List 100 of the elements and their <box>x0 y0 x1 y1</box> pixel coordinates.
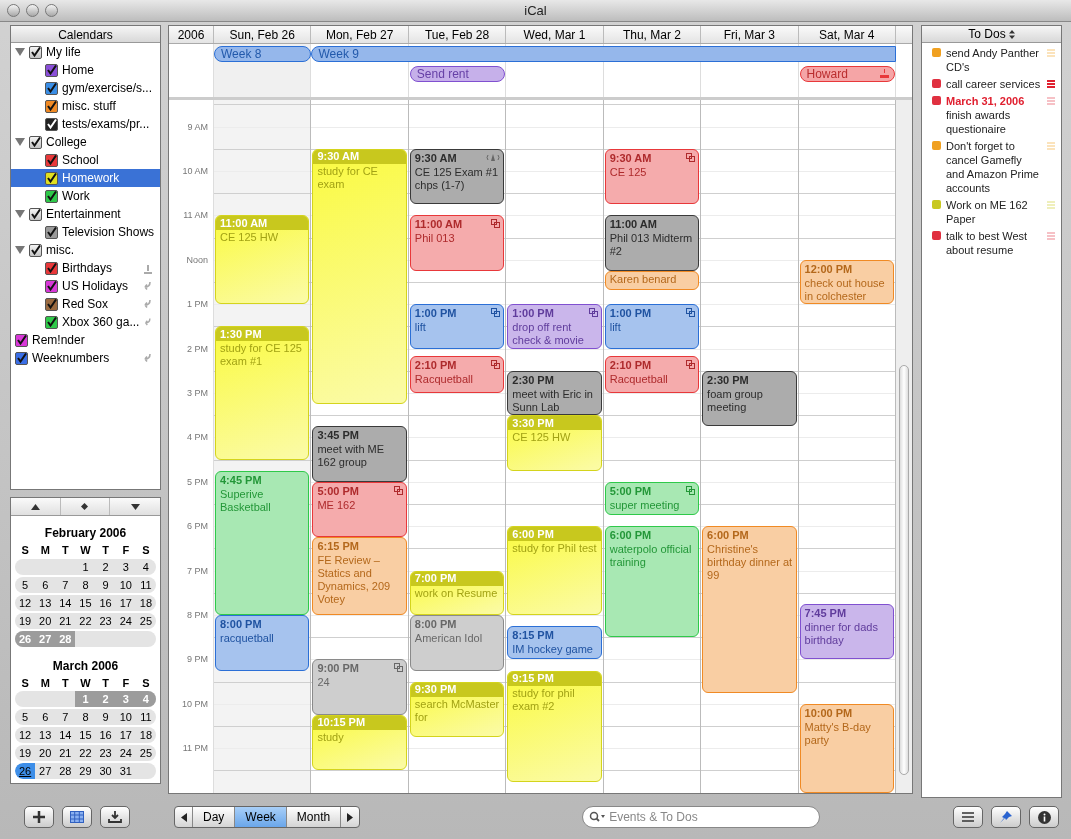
calendar-day[interactable]: 28 <box>59 764 72 778</box>
calendar-item[interactable]: Home <box>11 61 160 79</box>
calendar-day[interactable]: 24 <box>119 613 132 628</box>
window-control-button[interactable] <box>7 4 20 17</box>
calendar-day[interactable]: 3 <box>122 559 129 574</box>
calendar-day[interactable]: 5 <box>22 577 29 592</box>
calendar-day[interactable]: 31 <box>119 764 132 778</box>
calendar-day[interactable]: 7 <box>62 577 69 592</box>
download-button[interactable] <box>100 806 130 828</box>
calendar-day[interactable]: 7 <box>62 710 69 724</box>
info-button[interactable] <box>1029 806 1059 828</box>
calendar-day[interactable]: 8 <box>82 710 89 724</box>
calendar-item[interactable]: Work <box>11 187 160 205</box>
checkbox[interactable] <box>29 135 42 149</box>
calendar-day[interactable]: 27 <box>39 764 52 778</box>
calendar-day[interactable]: 9 <box>102 577 109 592</box>
calendar-item[interactable]: College <box>11 133 160 151</box>
calendar-event[interactable]: 1:00 PM lift <box>604 304 700 349</box>
calendar-day[interactable]: 13 <box>39 728 52 742</box>
search-field[interactable]: Events & To Dos <box>582 806 821 828</box>
view-tab[interactable]: Month <box>286 807 342 827</box>
calendar-day[interactable]: 23 <box>99 613 112 628</box>
calendar-day[interactable]: 17 <box>119 595 132 610</box>
calendar-day[interactable]: 17 <box>119 728 132 742</box>
list-button[interactable] <box>953 806 983 828</box>
checkbox[interactable] <box>45 297 58 311</box>
add-button[interactable] <box>24 806 54 828</box>
calendar-day[interactable]: 23 <box>99 746 112 760</box>
calendar-item[interactable]: gym/exercise/s... <box>11 79 160 97</box>
calendar-day[interactable]: 12 <box>18 595 32 610</box>
calendar-day[interactable]: 29 <box>79 764 92 778</box>
calendar-item[interactable]: Television Shows <box>11 223 160 241</box>
calendar-event[interactable]: 8:00 PM American Idol <box>409 615 505 671</box>
calendar-item[interactable]: Entertainment <box>11 205 160 223</box>
calendar-day[interactable]: 19 <box>18 613 32 628</box>
calendar-event[interactable]: 2:10 PM Racquetball <box>409 356 505 394</box>
calendar-day[interactable]: 18 <box>139 728 153 742</box>
calendar-item[interactable]: US Holidays <box>11 277 160 295</box>
calendar-event[interactable]: 8:15 PM IM hockey game <box>507 626 602 660</box>
calendar-day[interactable]: 11 <box>140 710 152 724</box>
calendar-day[interactable]: 2 <box>102 559 109 574</box>
calendar-item[interactable]: misc. <box>11 241 160 259</box>
calendar-event[interactable]: 9:00 PM 24 <box>312 659 407 715</box>
all-day-event[interactable]: Send rent <box>409 66 506 82</box>
calendar-day[interactable]: 22 <box>79 746 92 760</box>
calendar-event[interactable]: 8:00 PM racquetball <box>215 615 310 671</box>
checkbox[interactable] <box>15 333 28 347</box>
todo-checkbox[interactable] <box>932 200 941 209</box>
calendar-day[interactable]: 4 <box>142 559 149 574</box>
checkbox[interactable] <box>45 189 58 203</box>
checkbox[interactable] <box>45 153 58 167</box>
priority-icon[interactable] <box>1047 80 1055 88</box>
calendar-day[interactable]: 30 <box>99 764 112 778</box>
disclosure-triangle-icon[interactable] <box>15 47 25 57</box>
calendar-item[interactable]: Homework <box>11 169 160 187</box>
calendar-day[interactable]: 6 <box>42 710 49 724</box>
calendar-day[interactable]: 10 <box>119 577 132 592</box>
checkbox[interactable] <box>45 63 58 77</box>
calendar-item[interactable]: Birthdays <box>11 259 160 277</box>
todo-checkbox[interactable] <box>932 231 941 240</box>
disclosure-triangle-icon[interactable] <box>15 245 25 255</box>
calendar-day[interactable]: 22 <box>79 613 92 628</box>
calendar-day[interactable]: 11 <box>140 577 152 592</box>
calendar-day[interactable]: 16 <box>99 728 112 742</box>
calendar-day[interactable]: 14 <box>59 595 72 610</box>
scroll-thumb[interactable] <box>898 365 909 775</box>
calendar-day[interactable]: 25 <box>139 613 153 628</box>
calendar-day[interactable]: 9 <box>102 710 109 724</box>
calendar-event[interactable]: 7:45 PM dinner for dads birthday <box>799 603 894 660</box>
calendar-item[interactable]: My life <box>11 43 160 61</box>
checkbox[interactable] <box>29 243 42 257</box>
calendar-item[interactable]: Rem!nder <box>11 331 160 349</box>
todo-checkbox[interactable] <box>932 141 941 150</box>
calendar-day[interactable]: 19 <box>18 746 32 760</box>
sort-arrows-icon[interactable] <box>1008 29 1015 39</box>
calendar-item[interactable]: School <box>11 151 160 169</box>
calendar-day[interactable]: 13 <box>39 595 52 610</box>
calendar-day[interactable]: 12 <box>18 728 32 742</box>
calendar-event[interactable]: 9:30 AM CE 125 Exam #1 chps (1-7) <box>409 148 505 205</box>
calendar-day[interactable]: 25 <box>139 746 153 760</box>
checkbox[interactable] <box>45 99 58 113</box>
calendar-event[interactable]: 11:00 AM Phil 013 <box>409 215 505 271</box>
calendar-event[interactable]: 9:30 AM CE 125 <box>604 148 700 205</box>
calendar-item[interactable]: Red Sox <box>11 295 160 313</box>
day-header[interactable]: Sun, Feb 26 <box>214 26 312 43</box>
calendar-day[interactable]: 1 <box>82 559 89 574</box>
calendar-day[interactable]: 20 <box>39 613 52 628</box>
pin-button[interactable] <box>991 806 1021 828</box>
window-control-button[interactable] <box>45 4 58 17</box>
view-tab[interactable]: Week <box>235 807 287 827</box>
day-header[interactable]: Tue, Feb 28 <box>408 26 507 43</box>
calendar-item[interactable]: Xbox 360 ga... <box>11 313 160 331</box>
checkbox[interactable] <box>45 261 58 275</box>
calendar-day[interactable]: 15 <box>79 728 92 742</box>
day-header[interactable]: Thu, Mar 2 <box>603 26 702 43</box>
calendar-event[interactable]: 1:00 PM lift <box>409 304 505 349</box>
calendar-day[interactable]: 14 <box>59 728 72 742</box>
day-header[interactable]: Wed, Mar 1 <box>506 26 604 43</box>
todo-checkbox[interactable] <box>932 48 941 57</box>
checkbox[interactable] <box>29 207 42 221</box>
